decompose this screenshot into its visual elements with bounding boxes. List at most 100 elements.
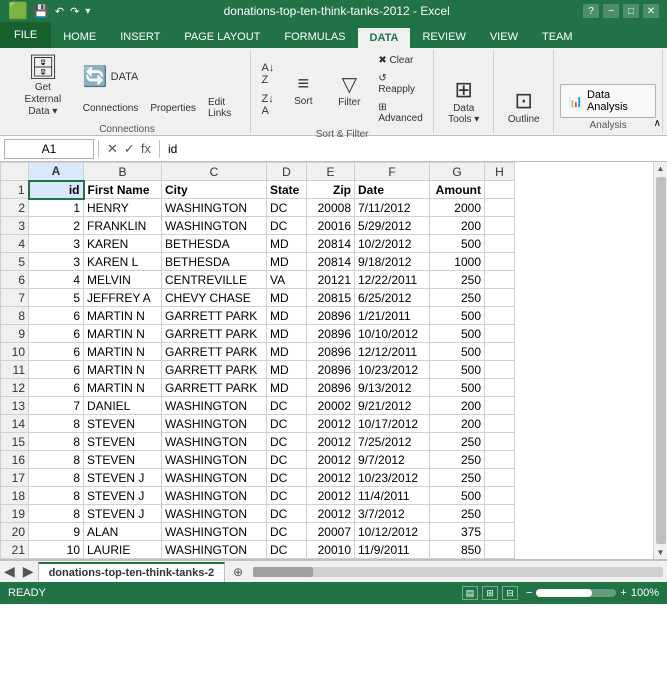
cell[interactable]: GARRETT PARK xyxy=(162,361,267,379)
cell[interactable]: 500 xyxy=(430,361,485,379)
cell[interactable] xyxy=(485,469,515,487)
cell[interactable]: 20012 xyxy=(307,487,355,505)
cell[interactable]: 250 xyxy=(430,505,485,523)
cell[interactable]: 6 xyxy=(29,325,84,343)
cell[interactable]: 20814 xyxy=(307,235,355,253)
cell[interactable] xyxy=(485,541,515,559)
cell[interactable]: DC xyxy=(267,541,307,559)
vertical-scrollbar[interactable]: ▲ ▼ xyxy=(653,162,667,559)
name-box[interactable] xyxy=(4,139,94,159)
cell[interactable]: 3/7/2012 xyxy=(355,505,430,523)
cell[interactable] xyxy=(485,343,515,361)
cell[interactable]: GARRETT PARK xyxy=(162,343,267,361)
h-scroll-thumb[interactable] xyxy=(253,567,313,577)
cell[interactable]: 6 xyxy=(29,307,84,325)
sheet-tab-active[interactable]: donations-top-ten-think-tanks-2 xyxy=(38,562,226,582)
cell[interactable]: DC xyxy=(267,451,307,469)
cell[interactable]: 8 xyxy=(29,487,84,505)
cell[interactable]: Amount xyxy=(430,181,485,199)
cell[interactable]: DC xyxy=(267,505,307,523)
cell[interactable]: LAURIE xyxy=(84,541,162,559)
cell[interactable]: 500 xyxy=(430,379,485,397)
cell[interactable]: 20012 xyxy=(307,433,355,451)
col-header-c[interactable]: C xyxy=(162,163,267,181)
cell[interactable]: ALAN xyxy=(84,523,162,541)
cell[interactable]: 1 xyxy=(29,199,84,217)
cell[interactable]: 9/18/2012 xyxy=(355,253,430,271)
zoom-slider[interactable] xyxy=(536,589,592,597)
cell[interactable]: 250 xyxy=(430,451,485,469)
cell[interactable]: 12/12/2011 xyxy=(355,343,430,361)
cell[interactable]: 200 xyxy=(430,397,485,415)
sheet-tab-nav-right[interactable]: ▶ xyxy=(19,563,38,580)
cell[interactable]: MD xyxy=(267,325,307,343)
cell[interactable]: 8 xyxy=(29,433,84,451)
cell[interactable]: 9/21/2012 xyxy=(355,397,430,415)
cell[interactable]: MD xyxy=(267,289,307,307)
cell[interactable]: 20896 xyxy=(307,379,355,397)
cell[interactable]: 250 xyxy=(430,469,485,487)
cell[interactable]: CENTREVILLE xyxy=(162,271,267,289)
cell[interactable]: DC xyxy=(267,487,307,505)
za-sort-button[interactable]: Z↓A xyxy=(256,90,279,120)
cell[interactable]: 11/4/2011 xyxy=(355,487,430,505)
zoom-in-btn[interactable]: + xyxy=(620,587,626,599)
undo-btn[interactable]: ↶ xyxy=(55,5,64,18)
cell[interactable]: 6 xyxy=(29,343,84,361)
cell[interactable]: WASHINGTON xyxy=(162,217,267,235)
cell[interactable]: WASHINGTON xyxy=(162,397,267,415)
cell[interactable] xyxy=(485,433,515,451)
cell[interactable]: DC xyxy=(267,217,307,235)
cell[interactable]: GARRETT PARK xyxy=(162,307,267,325)
cell[interactable] xyxy=(485,253,515,271)
cell[interactable]: GARRETT PARK xyxy=(162,325,267,343)
cell[interactable]: 20896 xyxy=(307,325,355,343)
az-sort-button[interactable]: A↓Z xyxy=(256,59,279,89)
cell[interactable]: STEVEN J xyxy=(84,505,162,523)
cell[interactable] xyxy=(485,397,515,415)
cell[interactable]: First Name xyxy=(84,181,162,199)
cell[interactable]: 9/7/2012 xyxy=(355,451,430,469)
tab-view[interactable]: VIEW xyxy=(478,26,530,48)
cell[interactable]: 1/21/2011 xyxy=(355,307,430,325)
tab-data[interactable]: DATA xyxy=(358,26,411,48)
cell[interactable] xyxy=(485,199,515,217)
cell[interactable]: 8 xyxy=(29,469,84,487)
cell[interactable]: 20814 xyxy=(307,253,355,271)
cell[interactable]: DANIEL xyxy=(84,397,162,415)
cell[interactable]: 20016 xyxy=(307,217,355,235)
tab-review[interactable]: REVIEW xyxy=(410,26,477,48)
edit-links-button[interactable]: Edit Links xyxy=(203,94,244,122)
cell[interactable]: 2000 xyxy=(430,199,485,217)
cell[interactable]: 20012 xyxy=(307,469,355,487)
cell[interactable]: 9 xyxy=(29,523,84,541)
tab-formulas[interactable]: FORMULAS xyxy=(272,26,357,48)
filter-button[interactable]: ▽ Filter xyxy=(327,68,371,112)
cell[interactable]: 20008 xyxy=(307,199,355,217)
cell[interactable]: 8 xyxy=(29,415,84,433)
cell[interactable]: CHEVY CHASE xyxy=(162,289,267,307)
scroll-down-arrow[interactable]: ▼ xyxy=(655,546,667,559)
cell[interactable]: 5/29/2012 xyxy=(355,217,430,235)
cell[interactable]: FRANKLIN xyxy=(84,217,162,235)
reapply-button[interactable]: ↺ Reapply xyxy=(373,70,427,98)
cell[interactable]: 20012 xyxy=(307,451,355,469)
cell[interactable]: 20012 xyxy=(307,415,355,433)
col-header-d[interactable]: D xyxy=(267,163,307,181)
cell[interactable]: DC xyxy=(267,469,307,487)
properties-button[interactable]: Properties xyxy=(145,94,201,122)
cell[interactable]: 250 xyxy=(430,271,485,289)
cell[interactable]: 500 xyxy=(430,325,485,343)
cell[interactable] xyxy=(485,451,515,469)
cell[interactable]: DC xyxy=(267,523,307,541)
cell[interactable]: BETHESDA xyxy=(162,253,267,271)
cell[interactable]: 5 xyxy=(29,289,84,307)
cell[interactable]: STEVEN J xyxy=(84,487,162,505)
cell[interactable]: 500 xyxy=(430,307,485,325)
help-btn[interactable]: ? xyxy=(583,4,599,18)
cell[interactable]: 200 xyxy=(430,415,485,433)
cell[interactable]: MD xyxy=(267,343,307,361)
cell[interactable]: MARTIN N xyxy=(84,307,162,325)
cell[interactable]: BETHESDA xyxy=(162,235,267,253)
cell[interactable]: Zip xyxy=(307,181,355,199)
